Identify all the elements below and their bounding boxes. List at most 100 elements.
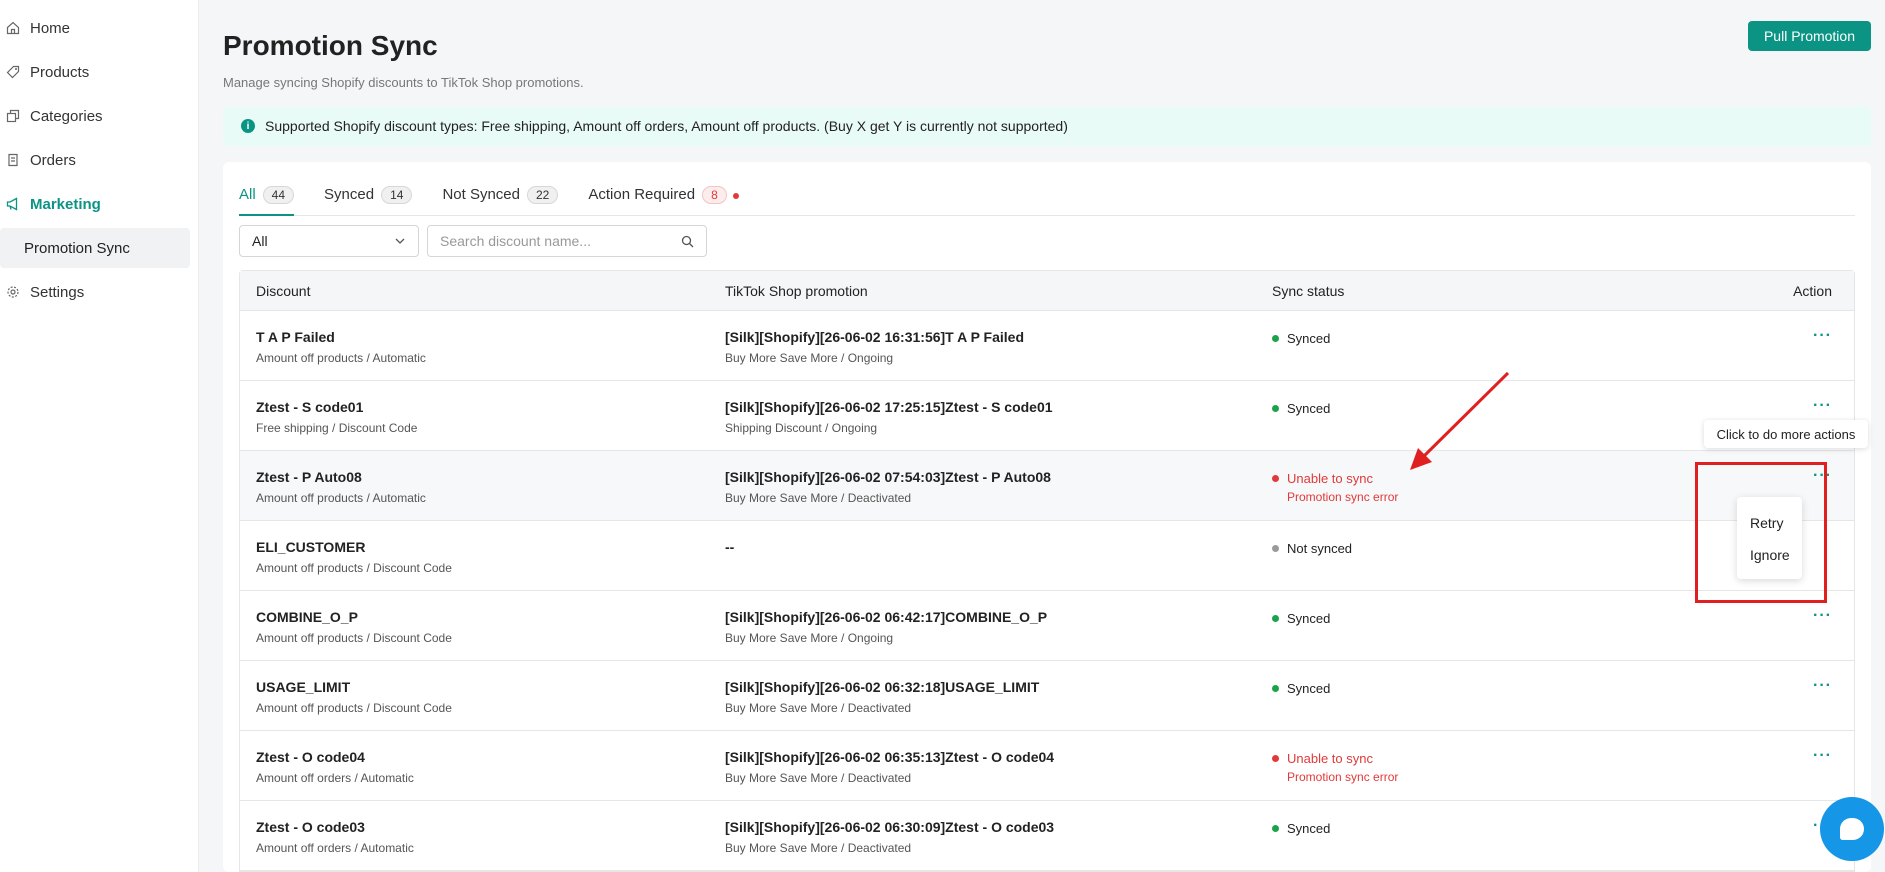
pull-promotion-button[interactable]: Pull Promotion — [1747, 21, 1871, 51]
status-tabs: All 44 Synced 14 Not Synced 22 Action Re… — [239, 182, 1855, 216]
promotion-name: [Silk][Shopify][26-06-02 06:42:17]COMBIN… — [725, 609, 1048, 625]
chevron-down-icon — [395, 238, 405, 244]
status-badge: Unable to sync — [1272, 751, 1622, 766]
status-badge: Synced — [1272, 821, 1622, 836]
discount-type: Amount off products / Automatic — [256, 491, 426, 505]
tab-count: 44 — [262, 186, 295, 204]
promotion-card: All 44 Synced 14 Not Synced 22 Action Re… — [223, 162, 1871, 872]
status-dot — [1272, 405, 1279, 412]
status-text: Not synced — [1287, 541, 1353, 556]
tab-count: 14 — [381, 186, 413, 204]
promotion-type: Shipping Discount / Ongoing — [725, 421, 878, 435]
discount-name: COMBINE_O_P — [256, 609, 358, 625]
discount-type: Free shipping / Discount Code — [256, 421, 418, 435]
status-dot — [1272, 755, 1279, 762]
header-action: Action — [1793, 282, 1832, 299]
tab-count: 22 — [526, 186, 559, 204]
tab-action-required[interactable]: Action Required 8 — [588, 182, 739, 216]
status-dot — [1272, 475, 1279, 482]
orders-icon — [8, 153, 18, 167]
sidebar-item-label: Orders — [30, 151, 76, 169]
promotion-name: -- — [725, 539, 735, 555]
gear-icon — [7, 286, 19, 298]
annotation-highlight-box — [1695, 462, 1827, 603]
filter-selected-value: All — [252, 233, 268, 249]
status-error-detail: Promotion sync error — [1287, 770, 1399, 784]
sidebar-item-products[interactable]: Products — [0, 52, 190, 92]
megaphone-icon — [6, 197, 18, 211]
info-banner: i Supported Shopify discount types: Free… — [223, 106, 1871, 146]
sidebar-item-marketing[interactable]: Marketing — [0, 184, 190, 224]
table-row: T A P Failed Amount off products / Automa… — [240, 311, 1854, 381]
more-actions-icon[interactable]: ··· — [1813, 607, 1832, 625]
table-row: ELI_CUSTOMER Amount off products / Discou… — [240, 521, 1854, 591]
status-dot — [1272, 825, 1279, 832]
status-badge: Synced — [1272, 401, 1622, 416]
promotion-name: [Silk][Shopify][26-06-02 16:31:56]T A P … — [725, 329, 1025, 345]
sidebar-item-label: Settings — [30, 283, 85, 301]
table-row: Ztest - S code01 Free shipping / Discount… — [240, 381, 1854, 451]
status-badge: Synced — [1272, 611, 1622, 626]
more-actions-icon[interactable]: ··· — [1813, 747, 1832, 765]
discount-name: ELI_CUSTOMER — [256, 539, 366, 555]
home-icon — [6, 21, 20, 35]
tab-label: Action Required — [588, 186, 696, 203]
table-row: Ztest - O code04 Amount off orders / Auto… — [240, 731, 1854, 801]
discount-type: Amount off products / Automatic — [256, 351, 426, 365]
discount-type: Amount off orders / Automatic — [256, 771, 414, 785]
alert-dot — [732, 193, 739, 199]
tab-not-synced[interactable]: Not Synced 22 — [442, 182, 559, 216]
promotion-type: Buy More Save More / Ongoing — [725, 631, 894, 645]
chat-bubble-icon — [1840, 818, 1864, 840]
search-input[interactable] — [440, 233, 681, 249]
discount-type: Amount off products / Discount Code — [256, 701, 452, 715]
search-box — [427, 225, 707, 257]
promotion-name: [Silk][Shopify][26-06-02 06:35:13]Ztest … — [725, 749, 1055, 765]
more-actions-icon[interactable]: ··· — [1813, 677, 1832, 695]
sidebar-item-label: Products — [30, 63, 90, 81]
sidebar-item-home[interactable]: Home — [0, 8, 190, 48]
chat-support-button[interactable] — [1820, 797, 1884, 861]
search-icon[interactable] — [681, 235, 694, 248]
discount-type: Amount off products / Discount Code — [256, 561, 452, 575]
tab-synced[interactable]: Synced 14 — [324, 182, 413, 216]
tag-icon — [6, 65, 20, 79]
tab-label: Synced — [324, 186, 375, 203]
sidebar-item-label: Promotion Sync — [24, 239, 130, 257]
page-subtitle: Manage syncing Shopify discounts to TikT… — [223, 75, 584, 90]
tab-all[interactable]: All 44 — [239, 182, 295, 216]
discount-name: T A P Failed — [256, 329, 335, 345]
sidebar-item-orders[interactable]: Orders — [0, 140, 190, 180]
promotion-type: Buy More Save More / Deactivated — [725, 771, 912, 785]
discount-type: Amount off products / Discount Code — [256, 631, 452, 645]
more-actions-icon[interactable]: ··· — [1813, 397, 1832, 415]
sidebar-item-settings[interactable]: Settings — [0, 272, 190, 312]
discount-name: USAGE_LIMIT — [256, 679, 351, 695]
sidebar-item-label: Home — [30, 19, 71, 37]
promotion-name: [Silk][Shopify][26-06-02 06:32:18]USAGE_… — [725, 679, 1040, 695]
status-text: Unable to sync — [1287, 751, 1373, 766]
promotion-type: Buy More Save More / Deactivated — [725, 841, 912, 855]
sidebar: Home Products Categories Orders Marketin… — [0, 0, 199, 872]
status-badge: Synced — [1272, 681, 1622, 696]
more-actions-icon[interactable]: ··· — [1813, 327, 1832, 345]
discount-name: Ztest - O code03 — [256, 819, 365, 835]
promotion-name: [Silk][Shopify][26-06-02 07:54:03]Ztest … — [725, 469, 1051, 485]
table-header: Discount TikTok Shop promotion Sync stat… — [240, 271, 1854, 311]
status-filter-select[interactable]: All — [239, 225, 419, 257]
promotion-type: Buy More Save More / Deactivated — [725, 701, 912, 715]
discount-table: Discount TikTok Shop promotion Sync stat… — [239, 270, 1855, 872]
status-dot — [1272, 335, 1279, 342]
header-status: Sync status — [1272, 282, 1345, 299]
status-text: Synced — [1287, 681, 1331, 696]
sidebar-item-label: Marketing — [30, 195, 101, 213]
status-dot — [1272, 545, 1279, 552]
table-row: Ztest - O code03 Amount off orders / Auto… — [240, 801, 1854, 871]
discount-name: Ztest - O code04 — [256, 749, 365, 765]
sidebar-item-label: Categories — [30, 107, 103, 125]
discount-name: Ztest - S code01 — [256, 399, 364, 415]
status-dot — [1272, 685, 1279, 692]
sidebar-item-categories[interactable]: Categories — [0, 96, 190, 136]
sidebar-item-promotion-sync[interactable]: Promotion Sync — [0, 228, 190, 268]
status-text: Synced — [1287, 821, 1331, 836]
